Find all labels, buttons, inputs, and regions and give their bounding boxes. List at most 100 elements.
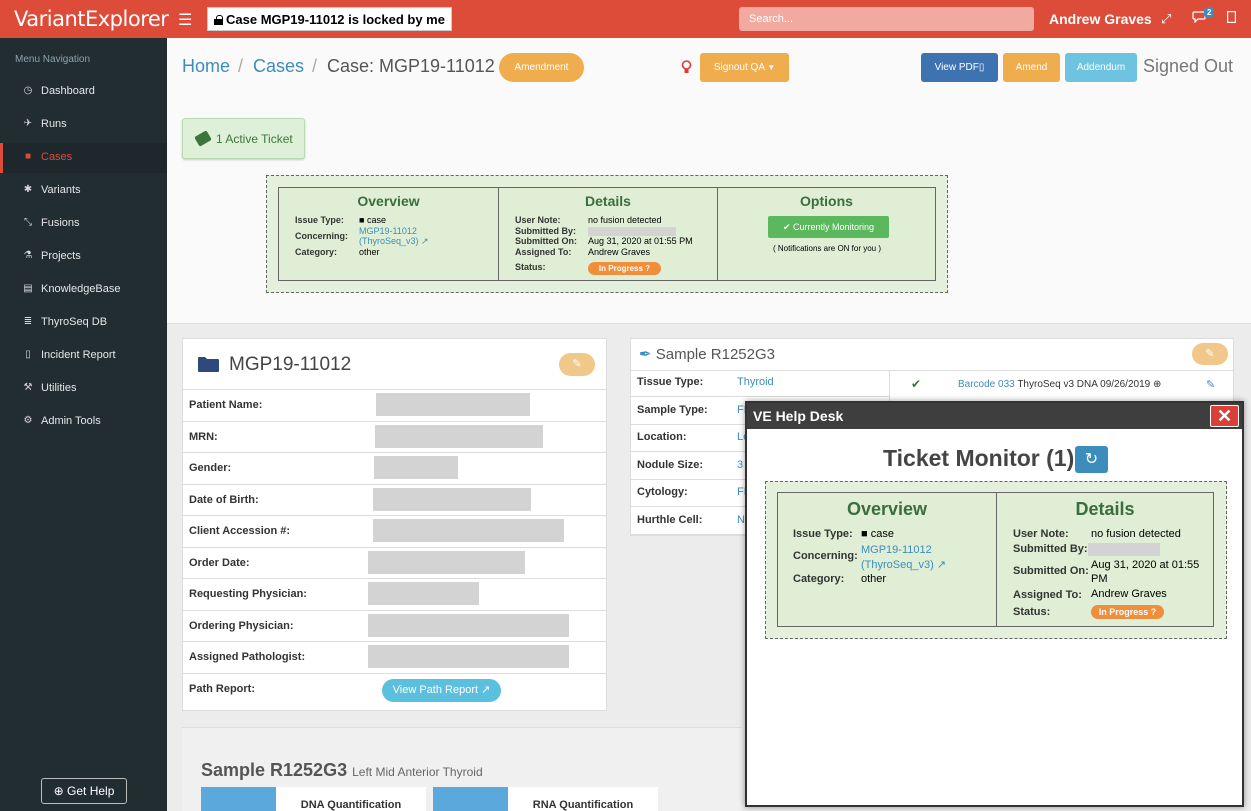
row-divider: [183, 452, 606, 453]
field-label: Assigned Pathologist:: [189, 651, 306, 663]
sample-field-label: Location:: [637, 431, 687, 444]
get-help-button[interactable]: ⊕ Get Help: [41, 778, 127, 804]
sidebar-item-cases[interactable]: ■ Cases: [0, 143, 167, 173]
sidebar-item-utilities[interactable]: ⚒ Utilities: [0, 374, 167, 404]
breadcrumb-home[interactable]: Home: [182, 56, 230, 77]
sidebar-item-projects[interactable]: ⚗ Projects: [0, 242, 167, 272]
hamburger-icon[interactable]: ☰: [178, 10, 192, 30]
rna-quant-icon-block: [433, 787, 508, 811]
close-button[interactable]: ✕: [1210, 405, 1239, 427]
lock-message: Case MGP19-11012 is locked by me: [207, 7, 452, 31]
plus-circle-icon[interactable]: ⊕: [1153, 379, 1161, 390]
redacted-value: [368, 645, 569, 668]
edit-case-button[interactable]: ✎: [559, 353, 595, 376]
monitor-concerning-label: Concerning:: [793, 550, 858, 562]
field-label: Date of Birth:: [189, 493, 259, 506]
user-note-label: User Note:: [515, 215, 561, 225]
dna-quant-label: DNA Quantification: [300, 799, 402, 811]
row-divider: [183, 672, 606, 674]
field-label: Order Date:: [189, 556, 250, 569]
details-heading: Details: [585, 193, 631, 209]
sample-field-label: Hurthle Cell:: [637, 514, 703, 526]
sidebar-item-label: Incident Report: [41, 349, 116, 361]
pencil-icon: ✎: [572, 358, 582, 370]
search-input[interactable]: Search...: [739, 7, 1034, 31]
active-ticket-button[interactable]: 1 Active Ticket: [182, 118, 305, 159]
rna-quant-box: RNA Quantification: [508, 787, 658, 811]
pdf-file-icon: ▯: [978, 62, 985, 73]
monitor-details-column: Details User Note: no fusion detected Su…: [996, 493, 1213, 626]
sidebar-item-variants[interactable]: ✱ Variants: [0, 176, 167, 206]
flask-icon: ⚗: [23, 250, 33, 261]
lightbulb-icon[interactable]: [681, 60, 692, 75]
monitor-status-label: Status:: [1013, 606, 1051, 618]
sidebar-item-knowledgebase[interactable]: ▤ KnowledgeBase: [0, 275, 167, 305]
sidebar-item-thyroseq-db[interactable]: ≣ ThyroSeq DB: [0, 308, 167, 338]
sidebar-item-fusions[interactable]: ⤡ Fusions: [0, 209, 167, 239]
app-logo[interactable]: VariantExplorer: [14, 7, 169, 31]
sidebar-toggle-icon[interactable]: [1227, 11, 1237, 26]
row-divider: [183, 389, 606, 390]
view-pdf-button[interactable]: View PDF▯: [921, 53, 998, 82]
sample-field-label: Sample Type:: [637, 403, 708, 416]
barcode-link[interactable]: Barcode 033: [958, 379, 1015, 390]
breadcrumb-cases[interactable]: Cases: [253, 56, 304, 77]
active-ticket-label: 1 Active Ticket: [216, 132, 293, 146]
pencil-icon[interactable]: ✎: [1206, 378, 1215, 391]
compress-icon: ⤡: [24, 217, 32, 228]
amendment-badge[interactable]: Amendment: [499, 53, 584, 82]
concerning-link[interactable]: MGP19-11012 (ThyroSeq_v3) ↗: [359, 226, 429, 246]
monitored-ticket-inner: Overview Issue Type: ■ case Concerning: …: [777, 492, 1214, 627]
view-path-report-button[interactable]: View Path Report ↗: [382, 679, 501, 702]
monitor-user-note-label: User Note:: [1013, 528, 1069, 540]
monitor-issue-type-value: ■ case: [861, 528, 894, 540]
field-label: Path Report:: [189, 682, 255, 695]
sidebar-item-incident-report[interactable]: ▯ Incident Report: [0, 341, 167, 371]
monitor-submitted-by-redacted: [1088, 543, 1160, 556]
row-divider: [631, 396, 889, 397]
sample-section-title-text: Sample R1252G3: [201, 760, 348, 780]
assigned-to-value: Andrew Graves: [588, 247, 651, 257]
case-panel-title: MGP19-11012: [229, 354, 352, 375]
monitoring-label: Currently Monitoring: [793, 222, 875, 232]
sidebar-item-label: ThyroSeq DB: [41, 316, 108, 328]
edit-sample-button[interactable]: ✎: [1192, 343, 1228, 365]
help-desk-window: VE Help Desk ✕ Ticket Monitor (1) ↻ Over…: [745, 401, 1244, 807]
monitor-status-badge: In Progress ?: [1091, 605, 1164, 619]
dna-quant-box: DNA Quantification: [276, 787, 426, 811]
case-status: Signed Out: [1143, 56, 1234, 76]
lock-message-text: Case MGP19-11012 is locked by me: [226, 12, 445, 27]
sidebar-item-label: Cases: [41, 151, 73, 163]
monitor-submitted-on-line2: PM: [1091, 573, 1108, 585]
fullscreen-icon[interactable]: ⤢: [1161, 11, 1171, 27]
monitor-submitted-on-line1: Aug 31, 2020 at 01:55: [1091, 559, 1200, 571]
sample-field-label: Cytology:: [637, 486, 688, 499]
monitor-details-heading: Details: [1075, 499, 1135, 519]
status-badge-text: In Progress: [598, 264, 643, 273]
monitored-ticket: Overview Issue Type: ■ case Concerning: …: [765, 481, 1227, 639]
view-path-report-label: View Path Report: [392, 684, 479, 696]
sample-field-value[interactable]: Thyroid: [737, 376, 887, 388]
refresh-button[interactable]: ↻: [1075, 446, 1108, 473]
help-desk-titlebar[interactable]: VE Help Desk: [747, 403, 1242, 429]
sidebar-item-admin-tools[interactable]: ⚙ Admin Tools: [0, 407, 167, 437]
signout-qa-button[interactable]: Signout QA ▼: [700, 53, 789, 82]
submitted-by-redacted: [588, 227, 676, 236]
monitor-user-note-value: no fusion detected: [1091, 528, 1181, 540]
ticket-icon: [194, 130, 212, 147]
ticket-overview-column: Overview Issue Type: ■ case Concerning: …: [279, 188, 498, 280]
breadcrumb-separator: /: [238, 56, 244, 76]
amend-button[interactable]: Amend: [1003, 53, 1060, 82]
sidebar-item-runs[interactable]: ✈ Runs: [0, 110, 167, 140]
sidebar-item-label: Utilities: [41, 382, 77, 394]
user-name[interactable]: Andrew Graves: [1049, 11, 1152, 27]
monitor-category-value: other: [861, 573, 887, 585]
monitoring-button[interactable]: ✔ Currently Monitoring: [768, 216, 889, 238]
top-navbar: VariantExplorer ☰ Case MGP19-11012 is lo…: [0, 0, 1251, 38]
addendum-button[interactable]: Addendum: [1065, 53, 1137, 82]
lifebuoy-icon: ⊕: [53, 784, 64, 798]
monitor-concerning-link[interactable]: MGP19-11012 (ThyroSeq_v3) ↗: [861, 543, 946, 573]
redacted-value: [373, 519, 564, 542]
sidebar-item-dashboard[interactable]: ◷ Dashboard: [0, 77, 167, 107]
concerning-label: Concerning:: [295, 231, 348, 241]
